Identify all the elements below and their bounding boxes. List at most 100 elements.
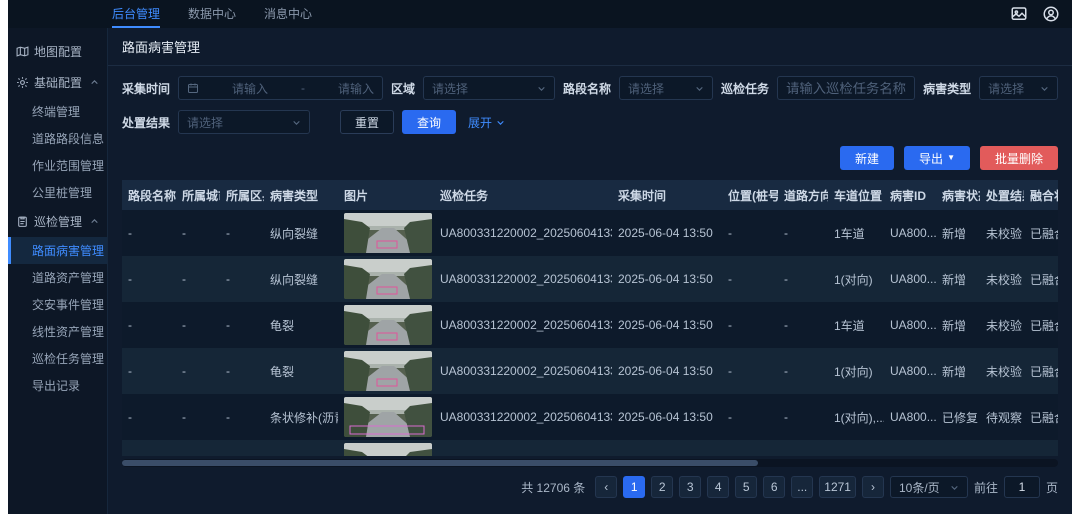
sidebar-item-11[interactable]: 巡检任务管理 [8,345,107,372]
scrollbar-thumb[interactable] [122,460,758,466]
collect-time-cell: 2025-06-04 13:50 [612,394,722,440]
direction-cell: - [778,210,828,256]
page-button-5[interactable]: 5 [735,476,757,498]
chevron-down-icon [537,84,546,93]
sidebar-item-label: 路面病害管理 [32,242,104,259]
road-name-cell: - [122,256,176,302]
user-avatar-icon[interactable] [1042,5,1060,23]
page-button-4[interactable]: 4 [707,476,729,498]
disease-photo[interactable] [344,305,432,345]
column-header-7: 位置(桩号) [722,180,778,210]
road-name-cell: - [122,394,176,440]
sidebar-item-1[interactable]: 基础配置 [8,67,107,98]
goto-suffix: 页 [1046,479,1058,496]
screenshot-icon[interactable] [1010,5,1028,23]
batch-delete-button[interactable]: 批量删除 [980,146,1058,170]
sidebar-item-3[interactable]: 道路路段信息 [8,125,107,152]
disease-photo[interactable] [344,397,432,437]
direction-cell: - [778,348,828,394]
disposal-result-select[interactable]: 请选择 [178,110,310,134]
table-row: ---纵向裂缝UA800331220002_202506041338520592… [122,256,1058,302]
fusion-cell: 已融合 [1024,394,1058,440]
disease-photo[interactable] [344,213,432,253]
direction-cell: - [778,256,828,302]
road-name-select[interactable]: 请选择 [619,76,713,100]
horizontal-scrollbar[interactable] [122,459,1058,467]
goto-page-input[interactable] [1004,476,1040,498]
column-header-12: 处置结果 [980,180,1024,210]
chevron-down-icon [695,84,704,93]
disease-type-select[interactable]: 请选择 [979,76,1058,100]
calendar-icon [187,82,199,94]
lane-cell: 1车道 [828,210,884,256]
sidebar-item-5[interactable]: 公里桩管理 [8,179,107,206]
sidebar-item-0[interactable]: 地图配置 [8,36,107,67]
sidebar-item-2[interactable]: 终端管理 [8,98,107,125]
sidebar-item-12[interactable]: 导出记录 [8,372,107,399]
sidebar-item-8[interactable]: 道路资产管理 [8,264,107,291]
inspection-task-input[interactable] [777,76,915,100]
task-cell: UA800331220002_20250604133852059 [434,210,612,256]
table-row: ---龟裂UA800331220002_20250604133852059202… [122,348,1058,394]
photo-cell [338,256,434,302]
region-select[interactable]: 请选择 [423,76,555,100]
fusion-cell: 已融合 [1024,210,1058,256]
disease-type-cell: 龟裂 [264,348,338,394]
page-number-buttons: 123456... 1271 [623,476,856,498]
result-cell: 未校验 [980,210,1024,256]
page-button-2[interactable]: 2 [651,476,673,498]
disease-type-cell: 条状修补(沥青) [264,394,338,440]
date-start-placeholder: 请输入 [232,80,268,97]
status-cell [936,440,980,456]
page-button-1[interactable]: 1 [623,476,645,498]
export-button[interactable]: 导出▼ [904,146,970,170]
next-page-button[interactable]: › [862,476,884,498]
expand-filters-link[interactable]: 展开 [468,114,505,131]
sidebar-item-label: 基础配置 [34,74,82,91]
main-content: 路面病害管理 采集时间 请输入 - 请输入 区域 请选择 路段名称 [108,28,1072,514]
disease-photo[interactable] [344,443,432,456]
sidebar-item-label: 巡检任务管理 [32,350,104,367]
new-button[interactable]: 新建 [840,146,894,170]
reset-button[interactable]: 重置 [340,110,394,134]
table-row: ---龟裂UA800331220002_20250604133852059202… [122,302,1058,348]
page-button-1271[interactable]: 1271 [819,476,856,498]
page-size-select[interactable]: 10条/页 [890,476,968,498]
sidebar-item-label: 道路路段信息 [32,130,104,147]
sidebar-item-7[interactable]: 路面病害管理 [8,237,107,264]
disease-photo[interactable] [344,259,432,299]
stake-cell: - [722,210,778,256]
tab-message-center[interactable]: 消息中心 [264,0,312,28]
page-ellipsis[interactable]: ... [791,476,813,498]
column-header-5: 巡检任务 [434,180,612,210]
lane-cell: 1(对向) [828,348,884,394]
collect-time-cell: 2025-06-04 13:50 [612,256,722,302]
status-cell: 新增 [936,302,980,348]
sidebar-item-4[interactable]: 作业范围管理 [8,152,107,179]
chevron-down-icon [950,483,959,492]
inspection-task-label: 巡检任务 [721,80,769,97]
sidebar-item-10[interactable]: 线性资产管理 [8,318,107,345]
column-header-1: 所属城市 [176,180,220,210]
chevron-up-icon [90,217,99,226]
disease-photo[interactable] [344,351,432,391]
road-name-cell: - [122,302,176,348]
tab-data-center[interactable]: 数据中心 [188,0,236,28]
disease-id-cell: UA800... [884,302,936,348]
page-button-3[interactable]: 3 [679,476,701,498]
search-button[interactable]: 查询 [402,110,456,134]
tab-backend-admin[interactable]: 后台管理 [112,0,160,28]
district-cell: - [220,302,264,348]
sidebar-item-6[interactable]: 巡检管理 [8,206,107,237]
gear-icon [16,76,29,89]
chevron-down-icon [292,118,301,127]
sidebar: 地图配置基础配置终端管理道路路段信息作业范围管理公里桩管理巡检管理路面病害管理道… [8,28,108,514]
sidebar-item-label: 线性资产管理 [32,323,104,340]
disease-id-cell: UA800... [884,348,936,394]
prev-page-button[interactable]: ‹ [595,476,617,498]
date-range-picker[interactable]: 请输入 - 请输入 [178,76,383,100]
sidebar-item-9[interactable]: 交安事件管理 [8,291,107,318]
page-button-6[interactable]: 6 [763,476,785,498]
fusion-cell: 已融合 [1024,302,1058,348]
disease-table: 路段名称所属城市所属区县病害类型图片巡检任务采集时间位置(桩号)道路方向车道位置… [122,180,1058,456]
